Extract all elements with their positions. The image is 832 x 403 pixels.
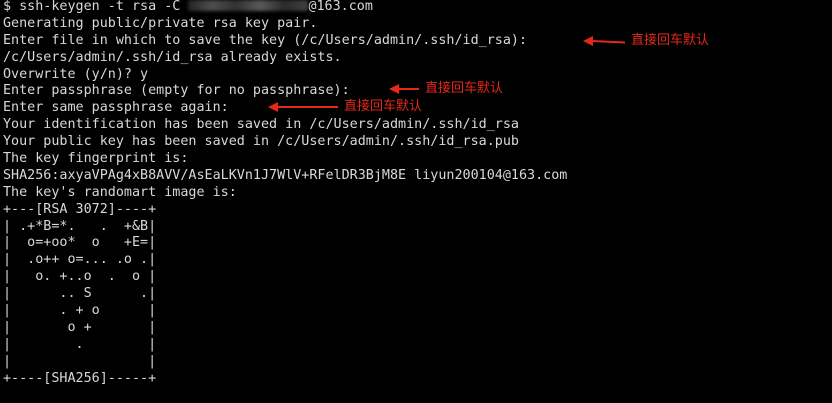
- left-arrow-icon: [268, 102, 338, 113]
- randomart-line: | . + o |: [3, 303, 157, 319]
- randomart-line: | . |: [3, 336, 157, 352]
- output-line: The key fingerprint is:: [3, 151, 189, 167]
- randomart-line: | o=+oo* o +E=|: [3, 235, 157, 251]
- randomart-line: | .+*B=*. . +&B|: [3, 218, 157, 234]
- output-line: /c/Users/admin/.ssh/id_rsa already exist…: [3, 49, 342, 65]
- annotation-passphrase: 直接回车默认: [389, 81, 503, 98]
- annotation-save-file: 直接回车默认: [583, 33, 709, 50]
- randomart-line: | .. S .|: [3, 286, 157, 302]
- randomart-line: | .o++ o=... .o .|: [3, 252, 157, 268]
- command-prefix: $ ssh-keygen -t rsa -C: [3, 0, 189, 14]
- output-line: SHA256:axyaVPAg4xB8AVV/AsEaLKVn1J7WlV+RF…: [3, 167, 568, 183]
- left-arrow-icon: [583, 36, 625, 47]
- randomart-line: | o + |: [3, 319, 157, 335]
- randomart-line: | |: [3, 353, 157, 369]
- command-line: $ ssh-keygen -t rsa -C @163.com: [3, 0, 567, 16]
- output-line: The key's randomart image is:: [3, 184, 237, 200]
- randomart-line: +----[SHA256]-----+: [3, 370, 157, 386]
- redacted-email-user: [188, 0, 309, 11]
- annotation-text: 直接回车默认: [425, 81, 504, 96]
- output-line: Enter file in which to save the key (/c/…: [3, 32, 528, 48]
- randomart-line: | o. +..o . o |: [3, 269, 157, 285]
- annotation-passphrase-again: 直接回车默认: [268, 99, 422, 116]
- command-email-suffix: @163.com: [308, 0, 373, 14]
- terminal-output: $ ssh-keygen -t rsa -C @163.com Generati…: [3, 0, 567, 387]
- randomart-line: +---[RSA 3072]----+: [3, 201, 157, 217]
- annotation-text: 直接回车默认: [631, 33, 710, 48]
- output-line: Your public key has been saved in /c/Use…: [3, 134, 519, 150]
- output-line: Your identification has been saved in /c…: [3, 117, 519, 133]
- left-arrow-icon: [389, 84, 419, 95]
- annotation-text: 直接回车默认: [344, 99, 423, 114]
- terminal-window[interactable]: $ ssh-keygen -t rsa -C @163.com Generati…: [0, 0, 832, 403]
- output-line: Generating public/private rsa key pair.: [3, 15, 318, 31]
